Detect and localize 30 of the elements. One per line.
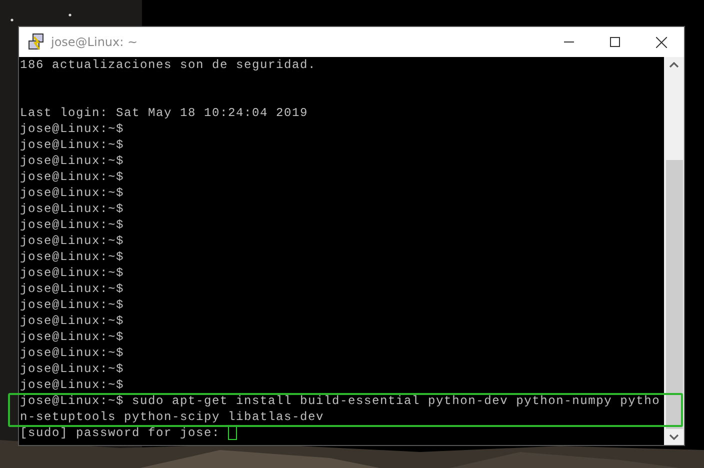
terminal-line: jose@Linux:~$ [20,233,124,249]
scroll-down-icon[interactable] [669,434,679,440]
terminal-line: jose@Linux:~$ [20,377,124,393]
terminal-line: jose@Linux:~$ [20,169,124,185]
scrollbar-thumb[interactable] [666,160,682,429]
terminal-line: jose@Linux:~$ [20,153,124,169]
terminal-line: jose@Linux:~$ [20,313,124,329]
terminal-line: n-setuptools python-scipy libatlas-dev [20,409,324,425]
terminal-line: jose@Linux:~$ [20,137,124,153]
terminal-line: jose@Linux:~$ [20,217,124,233]
terminal-line: [sudo] password for jose: [20,425,220,441]
terminal-line: jose@Linux:~$ sudo apt-get install build-essential python-dev python-numpy pytho [20,393,660,409]
close-icon [656,36,666,48]
scrollbar[interactable] [664,57,684,445]
terminal-line: jose@Linux:~$ [20,249,124,265]
terminal-line: jose@Linux:~$ [20,297,124,313]
maximize-icon [610,37,620,47]
terminal-line: jose@Linux:~$ [20,185,124,201]
window-title: jose@Linux: ~ [51,35,139,49]
scroll-up-icon[interactable] [669,62,679,68]
terminal-line: jose@Linux:~$ [20,265,124,281]
terminal-line: jose@Linux:~$ [20,201,124,217]
terminal-line: jose@Linux:~$ [20,121,124,137]
terminal-line: jose@Linux:~$ [20,329,124,345]
terminal-line: jose@Linux:~$ [20,281,124,297]
terminal-line: Last login: Sat May 18 10:24:04 2019 [20,105,308,121]
terminal-line: jose@Linux:~$ [20,345,124,361]
terminal-line: jose@Linux:~$ [20,361,124,377]
terminal-app-icon [27,33,45,51]
terminal-line: 186 actualizaciones son de seguridad. [20,57,316,73]
